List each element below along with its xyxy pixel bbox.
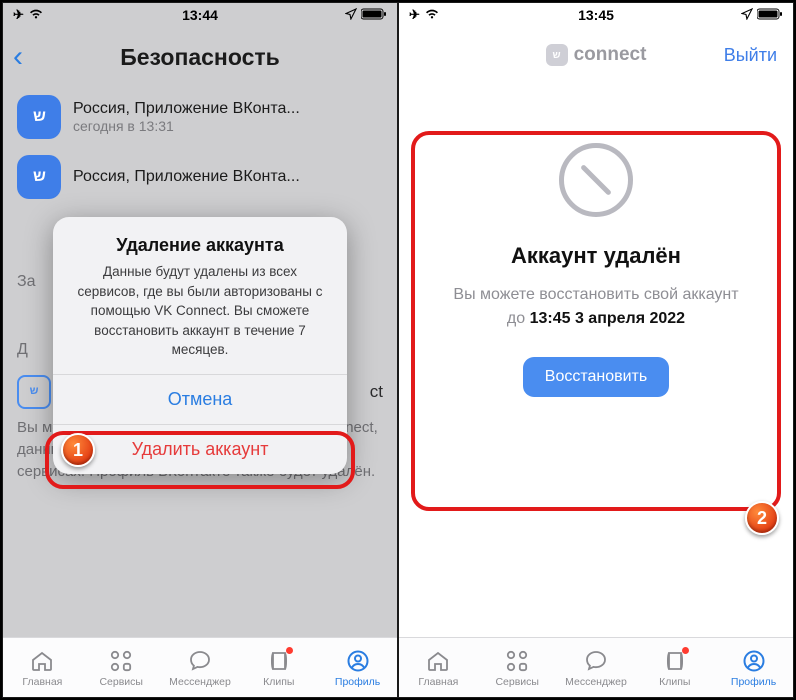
- vk-connect-brand-text: connect: [574, 44, 647, 66]
- account-deleted-card: Аккаунт удалён Вы можете восстановить св…: [427, 143, 765, 397]
- session-row[interactable]: ש Россия, Приложение ВКонта... сегодня в…: [3, 87, 397, 147]
- cancel-button[interactable]: Отмена: [53, 374, 347, 424]
- vk-connect-icon: ש: [17, 375, 51, 409]
- deleted-message: Вы можете восстановить свой аккаунт до 1…: [427, 283, 765, 331]
- prohibited-icon: [559, 143, 633, 217]
- phone-right-deleted: ✈︎ 13:45 ש conne: [398, 2, 794, 698]
- deleted-title: Аккаунт удалён: [427, 243, 765, 269]
- messenger-icon: [583, 648, 609, 674]
- deleted-msg-prefix: до: [507, 310, 530, 327]
- status-bar: ✈︎ 13:44: [3, 3, 397, 27]
- delete-account-button[interactable]: Удалить аккаунт: [53, 424, 347, 474]
- tab-clips[interactable]: Клипы: [635, 638, 714, 697]
- dialog-message: Данные будут удалены из всех сервисов, г…: [53, 262, 347, 374]
- deleted-msg-line1: Вы можете восстановить свой аккаунт: [453, 286, 738, 303]
- status-bar: ✈︎ 13:45: [399, 3, 793, 27]
- tab-services[interactable]: Сервисы: [478, 638, 557, 697]
- tab-label: Клипы: [263, 676, 294, 688]
- restore-button[interactable]: Восстановить: [523, 357, 669, 397]
- dialog-title: Удаление аккаунта: [53, 217, 347, 262]
- tab-label: Сервисы: [99, 676, 143, 688]
- notification-dot-icon: [286, 647, 293, 654]
- profile-icon: [741, 648, 767, 674]
- status-time: 13:44: [3, 7, 397, 23]
- notification-dot-icon: [682, 647, 689, 654]
- page-title: Безопасность: [3, 44, 397, 71]
- logout-button[interactable]: Выйти: [724, 27, 777, 83]
- tab-label: Мессенджер: [565, 676, 627, 688]
- tab-services[interactable]: Сервисы: [82, 638, 161, 697]
- clips-icon: [662, 648, 688, 674]
- vk-icon: ש: [17, 95, 61, 139]
- session-title: Россия, Приложение ВКонта...: [73, 168, 383, 186]
- tab-profile[interactable]: Профиль: [318, 638, 397, 697]
- header-row: ש connect Выйти: [399, 27, 793, 83]
- tab-bar: Главная Сервисы Мессенджер Клипы Профиль: [3, 637, 397, 697]
- vk-connect-mini-icon: ש: [546, 44, 568, 66]
- vk-connect-suffix: ct: [370, 380, 383, 405]
- tab-messenger[interactable]: Мессенджер: [557, 638, 636, 697]
- tab-bar: Главная Сервисы Мессенджер Клипы Профиль: [399, 637, 793, 697]
- annotation-step-2: 2: [745, 501, 779, 535]
- tab-label: Главная: [22, 676, 62, 688]
- tab-home[interactable]: Главная: [3, 638, 82, 697]
- tab-messenger[interactable]: Мессенджер: [161, 638, 240, 697]
- session-row[interactable]: ש Россия, Приложение ВКонта...: [3, 147, 397, 207]
- profile-icon: [345, 648, 371, 674]
- services-icon: [108, 648, 134, 674]
- home-icon: [425, 648, 451, 674]
- services-icon: [504, 648, 530, 674]
- tab-label: Главная: [418, 676, 458, 688]
- tab-label: Клипы: [659, 676, 690, 688]
- tab-home[interactable]: Главная: [399, 638, 478, 697]
- deleted-deadline: 13:45 3 апреля 2022: [530, 310, 685, 327]
- nav-bar: ‹ Безопасность: [3, 27, 397, 87]
- tab-label: Сервисы: [495, 676, 539, 688]
- vk-icon: ש: [17, 155, 61, 199]
- tab-label: Профиль: [335, 676, 380, 688]
- delete-account-dialog: Удаление аккаунта Данные будут удалены и…: [53, 217, 347, 474]
- session-subtitle: сегодня в 13:31: [73, 118, 383, 134]
- messenger-icon: [187, 648, 213, 674]
- session-title: Россия, Приложение ВКонта...: [73, 100, 383, 118]
- status-time: 13:45: [399, 7, 793, 23]
- annotation-step-1: 1: [61, 433, 95, 467]
- tab-profile[interactable]: Профиль: [714, 638, 793, 697]
- phone-left-security: ✈︎ 13:44 ‹ Безопасност: [2, 2, 398, 698]
- tab-label: Профиль: [731, 676, 776, 688]
- tab-clips[interactable]: Клипы: [239, 638, 318, 697]
- vk-connect-brand: ש connect: [546, 44, 647, 66]
- clips-icon: [266, 648, 292, 674]
- home-icon: [29, 648, 55, 674]
- tab-label: Мессенджер: [169, 676, 231, 688]
